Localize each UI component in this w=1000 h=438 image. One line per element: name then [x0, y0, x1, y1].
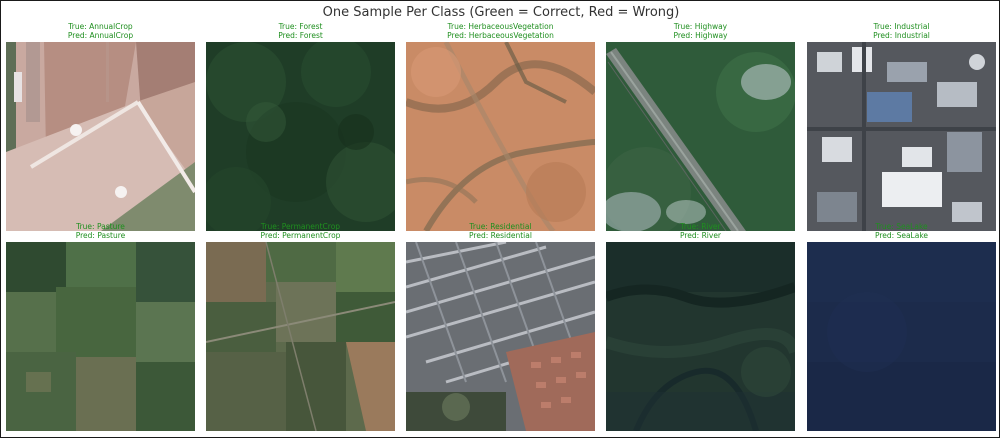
pred-label: Pred: Forest	[278, 30, 323, 40]
pred-label: Pred: SeaLake	[874, 230, 929, 240]
pred-label: Pred: Residential	[469, 230, 532, 240]
sample-river: True: River Pred: River	[606, 222, 795, 431]
satellite-image-sealake	[807, 242, 996, 431]
sample-permanentcrop: True: PermanentCrop Pred: PermanentCrop	[206, 222, 395, 431]
pred-label: Pred: Pasture	[75, 230, 126, 240]
sample-herbaceousvegetation: True: HerbaceousVegetation Pred: Herbace…	[406, 22, 595, 231]
pred-label: Pred: PermanentCrop	[260, 230, 341, 240]
satellite-image-forest	[206, 42, 395, 231]
satellite-image-highway	[606, 42, 795, 231]
sample-caption: True: PermanentCrop Pred: PermanentCrop	[196, 222, 405, 240]
satellite-image-river	[606, 242, 795, 431]
sample-residential: True: Residential Pred: Residential	[406, 222, 595, 431]
sample-pasture: True: Pasture Pred: Pasture	[6, 222, 195, 431]
satellite-image-pasture	[6, 242, 195, 431]
satellite-image-annualcrop	[6, 42, 195, 231]
sample-sealake: True: SeaLake Pred: SeaLake	[807, 222, 996, 431]
figure-title: One Sample Per Class (Green = Correct, R…	[322, 5, 680, 20]
sample-caption: True: SeaLake Pred: SeaLake	[797, 222, 1000, 240]
pred-label: Pred: Industrial	[873, 30, 930, 40]
sample-caption: True: River Pred: River	[596, 222, 805, 240]
satellite-image-permanentcrop	[206, 242, 395, 431]
sample-caption: True: Industrial Pred: Industrial	[797, 22, 1000, 40]
satellite-image-herbaceousvegetation	[406, 42, 595, 231]
figure-frame: One Sample Per Class (Green = Correct, R…	[0, 0, 1000, 438]
sample-forest: True: Forest Pred: Forest	[206, 22, 395, 231]
sample-caption: True: HerbaceousVegetation Pred: Herbace…	[396, 22, 605, 40]
pred-label: Pred: River	[679, 230, 722, 240]
sample-highway: True: Highway Pred: Highway	[606, 22, 795, 231]
pred-label: Pred: AnnualCrop	[67, 30, 134, 40]
pred-label: Pred: HerbaceousVegetation	[447, 30, 554, 40]
satellite-image-residential	[406, 242, 595, 431]
sample-caption: True: Highway Pred: Highway	[596, 22, 805, 40]
satellite-image-industrial	[807, 42, 996, 231]
sample-caption: True: AnnualCrop Pred: AnnualCrop	[0, 22, 205, 40]
sample-caption: True: Forest Pred: Forest	[196, 22, 405, 40]
sample-industrial: True: Industrial Pred: Industrial	[807, 22, 996, 231]
sample-annualcrop: True: AnnualCrop Pred: AnnualCrop	[6, 22, 195, 231]
pred-label: Pred: Highway	[673, 30, 728, 40]
sample-caption: True: Residential Pred: Residential	[396, 222, 605, 240]
sample-caption: True: Pasture Pred: Pasture	[0, 222, 205, 240]
